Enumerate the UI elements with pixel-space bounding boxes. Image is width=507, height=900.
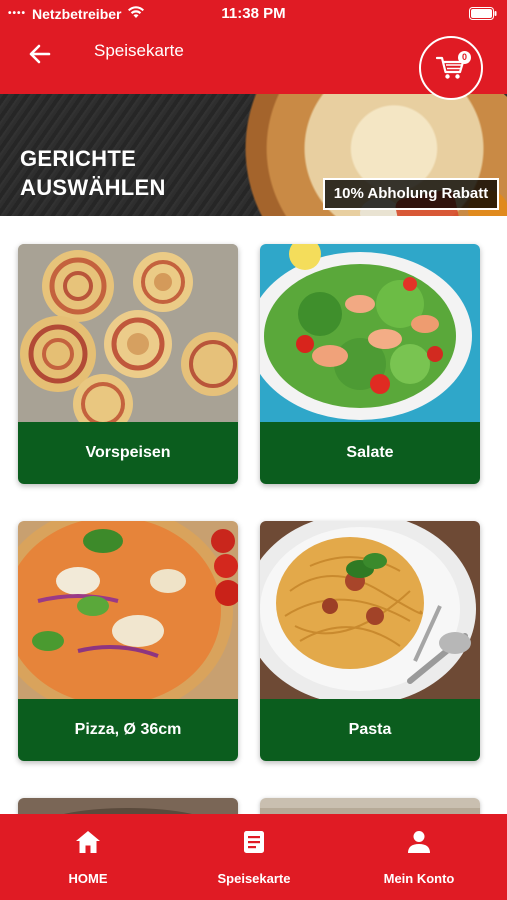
vorspeisen-image xyxy=(18,244,238,422)
bottom-navigation: HOME Speisekarte Mein Konto xyxy=(0,814,507,900)
hero-title: GERICHTE AUSWÄHLEN xyxy=(20,144,166,202)
category-card-partial[interactable] xyxy=(260,798,480,814)
pasta-image xyxy=(260,521,480,699)
user-icon xyxy=(405,828,433,856)
home-icon xyxy=(74,828,102,856)
page-title: Speisekarte xyxy=(94,41,184,60)
discount-badge: 10% Abholung Rabatt xyxy=(323,178,499,210)
nav-label-mein-konto: Mein Konto xyxy=(383,871,455,886)
nav-label-speisekarte: Speisekarte xyxy=(217,871,291,886)
cart-button[interactable]: 0 xyxy=(419,36,483,100)
nav-speisekarte[interactable]: Speisekarte xyxy=(206,814,302,900)
hero-title-line2: AUSWÄHLEN xyxy=(20,175,166,200)
nav-label-home: HOME xyxy=(68,871,108,886)
hero-title-line1: GERICHTE xyxy=(20,146,137,171)
cart-count-badge: 0 xyxy=(458,51,471,64)
status-bar: •••• Netzbetreiber 11:38 PM xyxy=(0,0,507,28)
category-grid: Vorspeisen Salate Pizza, Ø 36cm Pasta xyxy=(0,216,507,814)
menu-list-icon xyxy=(240,828,268,856)
category-card-pasta[interactable]: Pasta xyxy=(260,521,480,761)
category-label: Vorspeisen xyxy=(18,422,238,484)
category-label: Pasta xyxy=(260,699,480,761)
category-card-partial[interactable] xyxy=(18,798,238,814)
status-time: 11:38 PM xyxy=(221,5,286,22)
category-label: Salate xyxy=(260,422,480,484)
battery-icon xyxy=(469,7,497,25)
back-arrow-icon xyxy=(29,44,51,64)
category-card-salate[interactable]: Salate xyxy=(260,244,480,484)
category-card-vorspeisen[interactable]: Vorspeisen xyxy=(18,244,238,484)
pizza-image xyxy=(18,521,238,699)
nav-home[interactable]: HOME xyxy=(40,814,136,900)
category-label: Pizza, Ø 36cm xyxy=(18,699,238,761)
hero-banner: GERICHTE AUSWÄHLEN 10% Abholung Rabatt xyxy=(0,94,507,216)
nav-mein-konto[interactable]: Mein Konto xyxy=(371,814,467,900)
category-card-pizza[interactable]: Pizza, Ø 36cm xyxy=(18,521,238,761)
salate-image xyxy=(260,244,480,422)
back-button[interactable] xyxy=(24,38,56,70)
